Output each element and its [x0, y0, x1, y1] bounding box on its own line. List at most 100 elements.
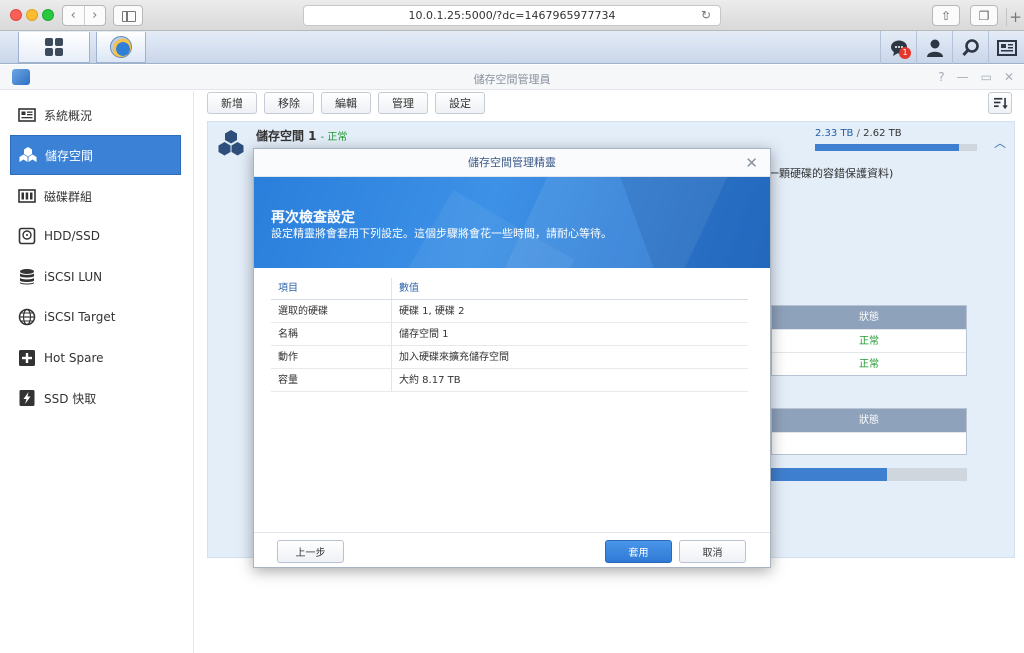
table-row: 正常	[772, 352, 966, 375]
table-header: 項目 數值	[271, 278, 748, 300]
chevron-left-icon[interactable]: ‹	[63, 6, 84, 25]
row-value: 硬碟 1, 硬碟 2	[399, 306, 465, 317]
browser-toolbar: ‹ › 10.0.1.25:5000/?dc=1467965977734 ↻ ⇧…	[0, 0, 1024, 31]
address-bar[interactable]: 10.0.1.25:5000/?dc=1467965977734 ↻	[303, 5, 721, 26]
wizard-subheading: 設定精靈將會套用下列設定。這個步驟將會花一些時間，請耐心等待。	[271, 227, 612, 240]
sidebar-item-hot-spare[interactable]: Hot Spare	[10, 338, 181, 378]
overview-icon	[18, 106, 36, 124]
storage-manager-taskbar-button[interactable]	[96, 32, 146, 63]
close-icon[interactable]: ✕	[745, 154, 758, 172]
main-toolbar: 新增 移除 編輯 管理 設定	[207, 92, 485, 114]
sidebar-item-label: SSD 快取	[44, 391, 97, 406]
help-icon[interactable]: ?	[938, 70, 944, 84]
window-title: 儲存空間管理員	[473, 73, 551, 86]
table-header: 狀態	[772, 306, 966, 329]
close-icon[interactable]: ✕	[1004, 70, 1014, 84]
close-window-button[interactable]	[10, 9, 22, 21]
widgets-button[interactable]	[988, 31, 1024, 64]
grid-icon	[45, 38, 63, 56]
maximize-icon[interactable]: ▭	[981, 70, 992, 84]
sidebar-item-label: 磁碟群組	[44, 189, 93, 204]
volume-name-text: 儲存空間 1	[256, 129, 317, 143]
chevron-up-icon[interactable]: ︿	[994, 134, 1006, 151]
volume-total: 2.62 TB	[863, 128, 902, 139]
notification-badge: 1	[899, 47, 911, 59]
sidebar-item-hdd-ssd[interactable]: HDD/SSD	[10, 216, 181, 256]
column-header-value: 數值	[399, 283, 419, 294]
row-value: 大約 8.17 TB	[399, 375, 461, 386]
bolt-icon	[18, 389, 36, 407]
share-icon[interactable]: ⇧	[932, 5, 960, 26]
row-value: 加入硬碟來擴充儲存空間	[399, 352, 509, 363]
window-controls: ? — ▭ ✕	[938, 70, 1014, 84]
dsm-taskbar: 1	[0, 31, 1024, 64]
minimize-icon[interactable]: —	[957, 70, 969, 84]
create-button[interactable]: 新增	[207, 92, 257, 114]
settings-button[interactable]: 設定	[435, 92, 485, 114]
manage-button[interactable]: 管理	[378, 92, 428, 114]
dialog-footer: 上一步 套用 取消	[254, 532, 770, 568]
capacity-bar-fill	[815, 144, 960, 151]
sidebar-item-label: Hot Spare	[44, 351, 104, 365]
hdd-icon	[18, 227, 36, 245]
row-item: 名稱	[271, 323, 392, 345]
edit-button[interactable]: 編輯	[321, 92, 371, 114]
apply-button[interactable]: 套用	[605, 540, 672, 563]
minimize-window-button[interactable]	[26, 9, 38, 21]
tabs-overview-icon[interactable]: ❐	[970, 5, 998, 26]
sort-button[interactable]	[988, 92, 1012, 114]
sidebar-item-label: iSCSI LUN	[44, 270, 103, 284]
globe-icon	[18, 308, 36, 326]
sidebar-item-volume[interactable]: 儲存空間	[10, 135, 181, 175]
user-icon	[926, 39, 943, 57]
volume-name: 儲存空間 1- 正常	[256, 127, 347, 144]
notifications-button[interactable]: 1	[880, 31, 916, 64]
dialog-title: 儲存空間管理精靈	[254, 149, 770, 177]
row-value: 儲存空間 1	[399, 329, 449, 340]
progress-bar-fill	[771, 468, 887, 481]
table-row: 選取的硬碟 硬碟 1, 硬碟 2	[271, 300, 748, 323]
table-row: 動作 加入硬碟來擴充儲存空間	[271, 346, 748, 369]
taskbar-tray: 1	[880, 31, 1024, 64]
url-text: 10.0.1.25:5000/?dc=1467965977734	[408, 9, 616, 22]
sidebar-item-overview[interactable]: 系統概況	[10, 95, 181, 135]
row-item: 動作	[271, 346, 392, 368]
sidebar-item-label: 系統概況	[44, 108, 93, 123]
progress-bar	[771, 468, 967, 481]
back-button[interactable]: 上一步	[277, 540, 344, 563]
remove-button[interactable]: 移除	[264, 92, 314, 114]
reload-icon[interactable]: ↻	[701, 9, 714, 22]
sidebar-item-ssd-cache[interactable]: SSD 快取	[10, 378, 181, 418]
database-icon	[18, 268, 36, 286]
sidebar-item-label: HDD/SSD	[44, 229, 101, 243]
sort-icon	[993, 97, 1008, 109]
table-row: 容量 大約 8.17 TB	[271, 369, 748, 392]
table-row	[772, 432, 966, 454]
volume-icon	[218, 130, 244, 156]
user-button[interactable]	[916, 31, 952, 64]
search-icon	[961, 38, 979, 56]
volume-used: 2.33 TB	[815, 128, 854, 139]
table-row: 正常	[772, 329, 966, 352]
sidebar-toggle-icon[interactable]	[113, 5, 143, 26]
new-tab-icon[interactable]: +	[1006, 8, 1024, 26]
sidebar-item-iscsi-lun[interactable]: iSCSI LUN	[10, 257, 181, 297]
wizard-heading: 再次檢查設定	[271, 210, 355, 226]
sidebar-item-iscsi-target[interactable]: iSCSI Target	[10, 297, 181, 337]
cancel-button[interactable]: 取消	[679, 540, 746, 563]
disk-group-icon	[18, 187, 36, 205]
sidebar: 系統概況 儲存空間 磁碟群組 HDD/SSD iSCSI LUN iSCSI T…	[0, 91, 194, 653]
chevron-right-icon[interactable]: ›	[83, 6, 106, 25]
widgets-icon	[996, 39, 1017, 56]
zoom-window-button[interactable]	[42, 9, 54, 21]
volume-capacity: 2.33 TB / 2.62 TB	[815, 128, 902, 139]
sidebar-item-label: iSCSI Target	[44, 310, 116, 324]
row-item: 容量	[271, 369, 392, 391]
search-button[interactable]	[952, 31, 988, 64]
main-menu-button[interactable]	[18, 32, 90, 63]
volume-description: 一顆硬碟的容錯保護資料)	[768, 167, 894, 180]
volume-icon	[19, 146, 37, 164]
row-item: 選取的硬碟	[271, 300, 392, 322]
sidebar-item-disk-group[interactable]: 磁碟群組	[10, 176, 181, 216]
sidebar-item-label: 儲存空間	[45, 148, 94, 163]
